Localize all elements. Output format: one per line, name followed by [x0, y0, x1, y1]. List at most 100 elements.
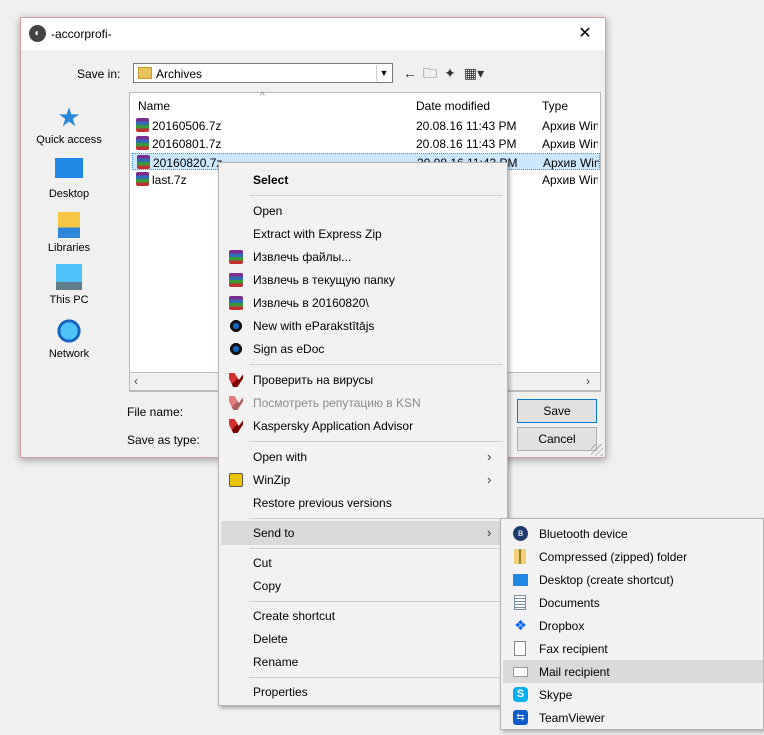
sendto-item-zip-folder[interactable]: Compressed (zipped) folder: [503, 545, 763, 568]
desktop-icon: [513, 574, 528, 586]
kaspersky-icon: [229, 396, 243, 410]
save-in-dropdown[interactable]: Archives ▼: [133, 63, 393, 83]
menu-item-open[interactable]: Open: [221, 200, 505, 222]
chevron-right-icon: ›: [487, 472, 492, 487]
app-icon: ◐: [29, 25, 46, 42]
scroll-right-icon[interactable]: ›: [586, 374, 590, 388]
column-header-name[interactable]: Name: [138, 99, 170, 113]
save-in-label: Save in:: [77, 67, 121, 81]
save-button[interactable]: Save: [517, 399, 597, 423]
back-arrow-icon[interactable]: ←: [401, 63, 419, 83]
sendto-item-bluetooth[interactable]: ʙ Bluetooth device: [503, 522, 763, 545]
chevron-right-icon: ›: [487, 525, 492, 540]
place-label: Desktop: [48, 188, 90, 200]
file-name: last.7z: [152, 173, 187, 187]
winrar-icon: [137, 155, 150, 169]
save-as-type-label: Save as type:: [127, 433, 200, 447]
menu-item-winzip[interactable]: WinZip ›: [221, 469, 505, 491]
sendto-item-dropbox[interactable]: ❖ Dropbox: [503, 614, 763, 637]
column-header-type[interactable]: Type: [542, 99, 568, 113]
close-button[interactable]: ✕: [571, 22, 599, 46]
winrar-icon: [229, 250, 243, 264]
kaspersky-icon: [229, 419, 243, 433]
teamviewer-icon: ⇆: [513, 710, 528, 725]
file-type: Архив WinRAR: [542, 137, 598, 151]
view-menu-icon[interactable]: ▦▾: [461, 63, 487, 83]
sort-up-icon: ^: [260, 91, 265, 102]
menu-item-copy[interactable]: Copy: [221, 575, 505, 597]
menu-item-select[interactable]: Select: [221, 169, 505, 191]
dropbox-icon: ❖: [514, 617, 527, 633]
file-name: 20160820.7z: [153, 156, 223, 170]
chevron-down-icon[interactable]: ▼: [376, 65, 391, 81]
column-header-date[interactable]: Date modified: [416, 99, 490, 113]
menu-item-extract-to-folder[interactable]: Извлечь в 20160820\: [221, 292, 505, 314]
sendto-item-documents[interactable]: Documents: [503, 591, 763, 614]
place-network[interactable]: Network: [33, 318, 105, 360]
menu-item-extract-here[interactable]: Извлечь в текущую папку: [221, 269, 505, 291]
menu-item-scan-virus[interactable]: Проверить на вирусы: [221, 369, 505, 391]
menu-item-extract-files[interactable]: Извлечь файлы...: [221, 246, 505, 268]
winrar-icon: [136, 118, 149, 132]
place-label: Quick access: [36, 134, 102, 146]
menu-item-cut[interactable]: Cut: [221, 552, 505, 574]
sendto-item-mail[interactable]: Mail recipient: [503, 660, 763, 683]
menu-item-sign-edoc[interactable]: Sign as eDoc: [221, 338, 505, 360]
place-libraries[interactable]: Libraries: [33, 212, 105, 254]
fax-icon: [514, 641, 526, 656]
send-to-submenu: ʙ Bluetooth device Compressed (zipped) f…: [500, 518, 764, 730]
menu-item-restore-versions[interactable]: Restore previous versions: [221, 492, 505, 514]
place-quick-access[interactable]: ★ Quick access: [33, 104, 105, 146]
desktop-icon: [55, 158, 83, 178]
menu-item-create-shortcut[interactable]: Create shortcut: [221, 605, 505, 627]
scroll-left-icon[interactable]: ‹: [134, 374, 138, 388]
menu-item-open-with[interactable]: Open with ›: [221, 446, 505, 468]
menu-item-rename[interactable]: Rename: [221, 651, 505, 673]
sendto-item-teamviewer[interactable]: ⇆ TeamViewer: [503, 706, 763, 729]
star-icon: ★: [57, 102, 81, 132]
winrar-icon: [229, 296, 243, 310]
resize-grip[interactable]: [591, 444, 603, 456]
table-row[interactable]: 20160801.7z 20.08.16 11:43 PM Архив WinR…: [132, 135, 600, 152]
place-desktop[interactable]: Desktop: [33, 158, 105, 200]
winrar-icon: [229, 273, 243, 287]
title-bar[interactable]: ◐ -accorprofi- ✕: [21, 18, 605, 50]
menu-item-new-eparaksts[interactable]: New with eParakstītājs: [221, 315, 505, 337]
context-menu: Select Open Extract with Express Zip Изв…: [218, 162, 508, 706]
sendto-item-fax[interactable]: Fax recipient: [503, 637, 763, 660]
documents-icon: [514, 595, 526, 610]
computer-icon: [56, 264, 82, 290]
menu-item-extract-express-zip[interactable]: Extract with Express Zip: [221, 223, 505, 245]
table-row[interactable]: 20160506.7z 20.08.16 11:43 PM Архив WinR…: [132, 117, 600, 134]
menu-separator: [249, 364, 503, 365]
menu-separator: [249, 195, 503, 196]
skype-icon: S: [513, 687, 528, 702]
eparaksts-icon: [229, 342, 243, 356]
place-label: Network: [48, 348, 90, 360]
file-type: Архив WinRAR: [543, 156, 599, 170]
menu-item-delete[interactable]: Delete: [221, 628, 505, 650]
eparaksts-icon: [229, 319, 243, 333]
winrar-icon: [136, 136, 149, 150]
menu-separator: [249, 441, 503, 442]
file-type: Архив WinRAR: [542, 173, 598, 187]
sendto-item-skype[interactable]: S Skype: [503, 683, 763, 706]
menu-item-send-to[interactable]: Send to ›: [221, 521, 505, 545]
menu-item-properties[interactable]: Properties: [221, 681, 505, 703]
up-folder-icon[interactable]: 🗀: [421, 63, 439, 83]
winzip-icon: [229, 473, 243, 487]
new-folder-icon[interactable]: ✦: [441, 63, 459, 83]
file-type: Архив WinRAR: [542, 119, 598, 133]
folder-icon: [138, 67, 152, 79]
save-in-value: Archives: [156, 67, 203, 81]
place-label: Libraries: [47, 242, 91, 254]
libraries-icon: [58, 212, 80, 238]
menu-item-kaspersky-advisor[interactable]: Kaspersky Application Advisor: [221, 415, 505, 437]
kaspersky-icon: [229, 373, 243, 387]
place-this-pc[interactable]: This PC: [33, 264, 105, 306]
sendto-item-desktop[interactable]: Desktop (create shortcut): [503, 568, 763, 591]
bluetooth-icon: ʙ: [513, 526, 528, 541]
place-label: This PC: [49, 294, 89, 306]
cancel-button[interactable]: Cancel: [517, 427, 597, 451]
chevron-right-icon: ›: [487, 449, 492, 464]
